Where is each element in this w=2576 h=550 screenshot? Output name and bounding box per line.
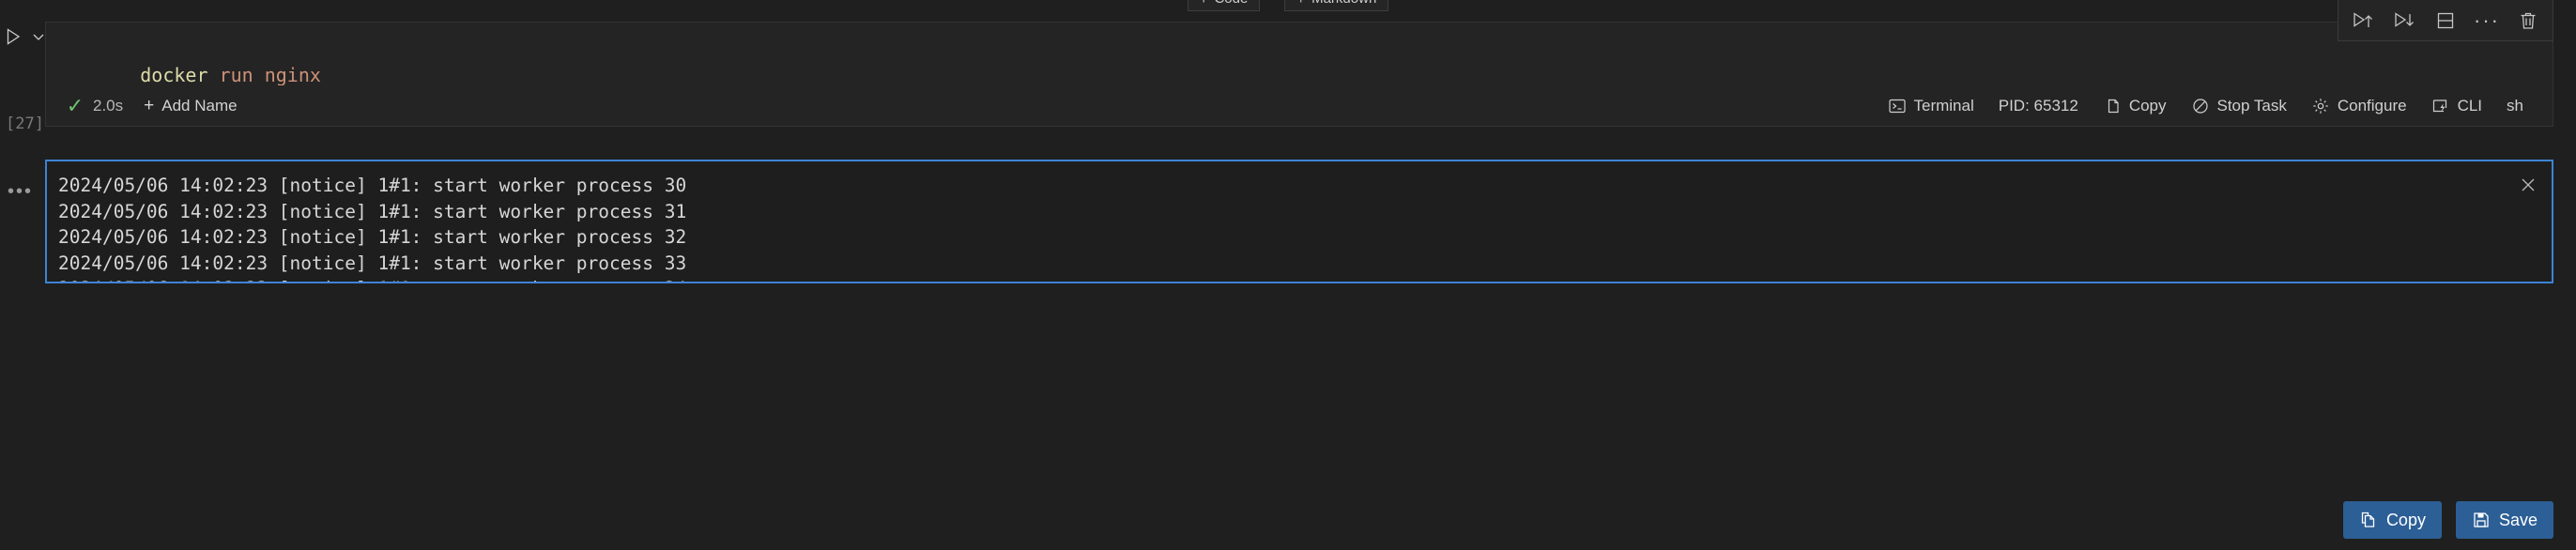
save-floppy-icon [2472, 511, 2491, 529]
add-name-label: Add Name [161, 96, 238, 115]
run-cell-button[interactable] [2, 25, 24, 53]
output-gutter-more-icon[interactable]: ••• [8, 182, 33, 201]
cli-lightning-icon [2431, 97, 2450, 115]
elapsed-time: 2.0s [93, 96, 124, 115]
copy-button-label: Copy [2385, 510, 2426, 529]
code-cell-editor[interactable]: docker run nginx [45, 22, 2553, 86]
close-output-button[interactable] [2512, 169, 2544, 201]
plus-icon: + [144, 96, 155, 115]
cell-status-bar: ✓ 2.0s + Add Name Terminal PID: 65312 Co… [45, 85, 2553, 127]
copy-icon [2103, 97, 2122, 115]
stop-circle-slash-icon [2191, 97, 2210, 115]
run-above-icon [2352, 9, 2374, 32]
output-scroll-area[interactable]: 2024/05/06 14:02:23 [notice] 1#1: start … [47, 161, 2552, 282]
split-cell-button[interactable] [2425, 2, 2466, 39]
terminal-line: 2024/05/06 14:02:23 [notice] 1#1: start … [58, 252, 687, 274]
terminal-button[interactable]: Terminal [1876, 97, 1986, 115]
terminal-line: 2024/05/06 14:02:23 [notice] 1#1: start … [58, 200, 687, 222]
cell-status-right: Terminal PID: 65312 Copy Stop Task Confi… [1876, 97, 2537, 115]
insert-cell-bar: + Code + Markdown [0, 0, 2576, 11]
delete-cell-button[interactable] [2507, 2, 2549, 39]
insert-code-cell-label: Code [1214, 0, 1248, 10]
stop-task-button[interactable]: Stop Task [2179, 97, 2299, 115]
insert-markdown-cell-label: Markdown [1311, 0, 1376, 10]
copy-icon [2359, 511, 2378, 529]
cell-output-terminal[interactable]: 2024/05/06 14:02:23 [notice] 1#1: start … [45, 160, 2553, 283]
terminal-label: Terminal [1913, 96, 1974, 115]
configure-label: Configure [2337, 96, 2407, 115]
terminal-line: 2024/05/06 14:02:23 [notice] 1#1: start … [58, 276, 2552, 282]
configure-button[interactable]: Configure [2299, 97, 2419, 115]
save-button-label: Save [2498, 510, 2538, 529]
cli-button[interactable]: CLI [2419, 97, 2494, 115]
copy-output-button[interactable]: Copy [2091, 97, 2179, 115]
gear-icon [2311, 97, 2330, 115]
cell-status-left: ✓ 2.0s + Add Name [61, 93, 238, 117]
code-token-arguments: run nginx [219, 64, 321, 86]
insert-code-cell-button[interactable]: + Code [1187, 0, 1261, 11]
run-above-button[interactable] [2342, 2, 2384, 39]
cli-label: CLI [2457, 96, 2483, 115]
cell-toolbar: ··· [2338, 0, 2553, 41]
add-name-button[interactable]: + Add Name [144, 97, 237, 115]
stop-task-label: Stop Task [2216, 96, 2287, 115]
insert-markdown-cell-button[interactable]: + Markdown [1284, 0, 1389, 11]
copy-button[interactable]: Copy [2342, 501, 2442, 539]
code-token-command: docker [140, 64, 208, 86]
save-button[interactable]: Save [2455, 501, 2553, 539]
plus-icon: + [1296, 0, 1305, 7]
run-below-icon [2393, 9, 2415, 32]
output-action-buttons: Copy Save [2342, 501, 2553, 539]
terminal-line: 2024/05/06 14:02:23 [notice] 1#1: start … [58, 226, 687, 249]
notebook-cell-root: + Code + Markdown [0, 0, 2576, 550]
pid-label: PID: 65312 [1998, 96, 2078, 115]
success-check-icon: ✓ [66, 93, 84, 117]
language-label: sh [2507, 96, 2523, 115]
ellipsis-icon: ··· [2474, 8, 2500, 32]
terminal-icon [1888, 97, 1907, 115]
more-actions-button[interactable]: ··· [2466, 2, 2507, 39]
execution-count: [27] [6, 115, 44, 133]
terminal-line: 2024/05/06 14:02:23 [notice] 1#1: start … [58, 175, 687, 196]
copy-label: Copy [2128, 96, 2167, 115]
split-cell-icon [2434, 9, 2457, 32]
run-below-button[interactable] [2384, 2, 2425, 39]
plus-icon: + [1200, 0, 1208, 7]
trash-icon [2517, 9, 2539, 32]
